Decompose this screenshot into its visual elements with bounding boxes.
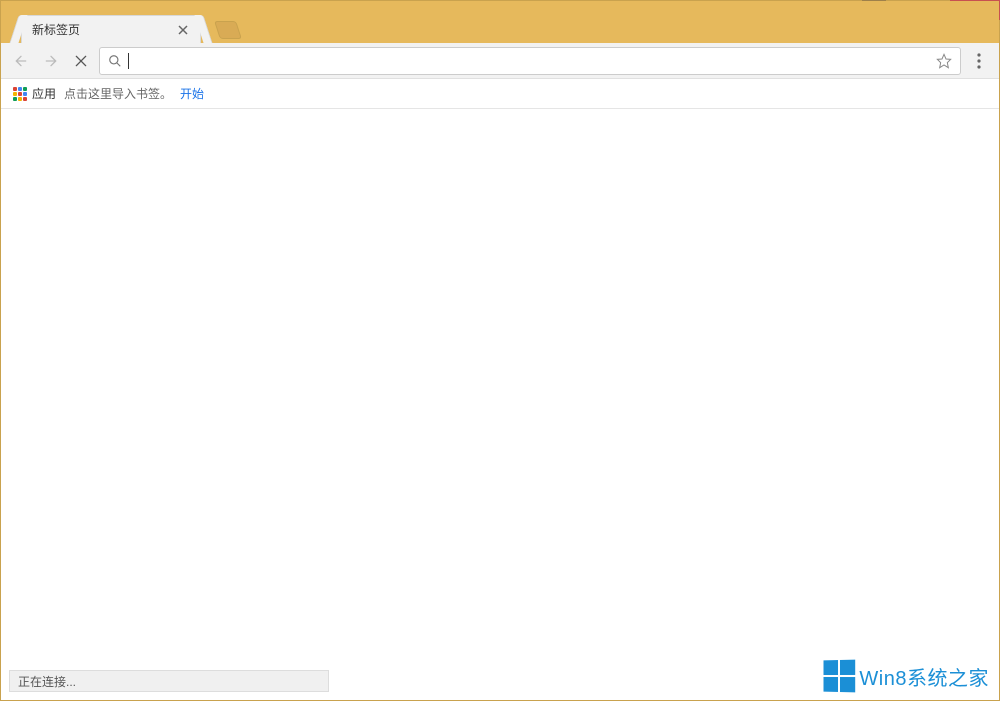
text-cursor bbox=[128, 53, 129, 69]
status-bar: 正在连接... bbox=[9, 670, 329, 692]
browser-window: 新标签页 bbox=[0, 0, 1000, 701]
tab-close-icon[interactable] bbox=[176, 23, 190, 37]
stop-reload-button[interactable] bbox=[69, 49, 93, 73]
windows-logo-icon bbox=[824, 660, 856, 693]
apps-icon bbox=[13, 87, 27, 101]
toolbar bbox=[1, 43, 999, 79]
watermark: Win8系统之家 bbox=[823, 660, 989, 692]
address-input[interactable] bbox=[135, 53, 930, 68]
bookmarks-bar: 应用 点击这里导入书签。 开始 bbox=[1, 79, 999, 109]
start-link[interactable]: 开始 bbox=[180, 85, 204, 102]
titlebar[interactable] bbox=[1, 1, 999, 9]
tab-new-tab[interactable]: 新标签页 bbox=[21, 15, 201, 43]
bookmark-star-icon[interactable] bbox=[936, 53, 952, 69]
new-tab-button[interactable] bbox=[214, 21, 242, 39]
tab-title: 新标签页 bbox=[32, 21, 176, 38]
main-menu-button[interactable] bbox=[967, 49, 991, 73]
import-bookmarks-hint: 点击这里导入书签。 bbox=[64, 85, 172, 102]
watermark-text: Win8系统之家 bbox=[859, 662, 989, 691]
back-button[interactable] bbox=[9, 49, 33, 73]
tab-strip: 新标签页 bbox=[1, 9, 999, 43]
omnibox[interactable] bbox=[99, 47, 961, 75]
search-icon bbox=[108, 54, 122, 68]
page-content bbox=[1, 109, 999, 700]
apps-shortcut[interactable]: 应用 bbox=[13, 85, 56, 102]
apps-label: 应用 bbox=[32, 85, 56, 102]
status-text: 正在连接... bbox=[18, 673, 76, 690]
forward-button[interactable] bbox=[39, 49, 63, 73]
